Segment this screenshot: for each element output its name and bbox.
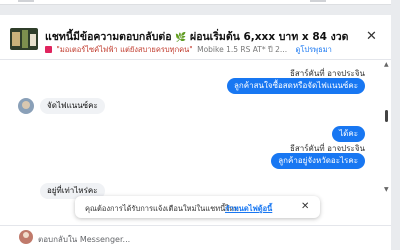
leaf-icon: 🌿	[175, 33, 187, 43]
notification-toast: คุณต้องการได้รับการแจ้งเตือนใหม่ในแชทนี้…	[75, 196, 320, 218]
chat-subtitle: "มอเตอร์ไซค์ไฟฟ้า แต่ยังสบายครบทุกคน" Mo…	[45, 44, 332, 56]
message-bubble-out[interactable]: ได้คะ	[332, 126, 365, 142]
close-chat-button[interactable]: ✕	[366, 29, 377, 44]
message-list: ธีสาร์คันที่ อาจประจิน ลูกค้าสนใจซื้อสดห…	[0, 61, 383, 201]
chat-window: แชทนี้มีข้อความตอบกลับต่อ 🌿 ผ่อนเริ่มต้น…	[0, 15, 391, 250]
chat-title: แชทนี้มีข้อความตอบกลับต่อ 🌿 ผ่อนเริ่มต้น…	[45, 28, 348, 45]
scroll-down-icon[interactable]: ▼	[384, 187, 389, 193]
subtitle-model: Mobike 1.5 RS AT* ปี 2...	[197, 45, 288, 54]
scroll-up-icon[interactable]: ▲	[384, 62, 389, 68]
toast-message: คุณต้องการได้รับการแจ้งเตือนใหม่ในแชทนี้…	[85, 204, 239, 213]
scrollbar[interactable]: ▲ ▼	[384, 62, 389, 212]
chat-title-suffix: ผ่อนเริ่มต้น 6,xxx บาท x 84 งวด	[190, 31, 349, 43]
user-avatar	[19, 230, 33, 244]
top-strip-mark	[18, 0, 34, 2]
toast-close-icon[interactable]: ✕	[301, 201, 309, 212]
subtitle-link[interactable]: ดูโปรพุธมา	[295, 45, 331, 54]
top-strip	[0, 0, 391, 5]
message-bubble-out[interactable]: ลูกค้าสนใจซื้อสดหรือจัดไฟแนนซ์คะ	[227, 78, 365, 94]
avatar[interactable]	[18, 98, 34, 114]
reply-input[interactable]	[38, 233, 288, 245]
chat-header: แชทนี้มีข้อความตอบกลับต่อ 🌿 ผ่อนเริ่มต้น…	[0, 15, 391, 60]
top-strip-mark	[310, 0, 326, 2]
chat-title-text: แชทนี้มีข้อความตอบกลับต่อ	[45, 31, 172, 43]
message-composer	[0, 225, 391, 250]
video-icon	[45, 46, 52, 53]
subtitle-quote: "มอเตอร์ไซค์ไฟฟ้า แต่ยังสบายครบทุกคน"	[56, 45, 193, 54]
product-thumbnail[interactable]	[10, 28, 38, 50]
message-bubble-out[interactable]: ลูกค้าอยู่จังหวัดอะไรคะ	[271, 153, 365, 169]
toast-action-link[interactable]: กำหนดไฟดู้อนี้	[225, 203, 272, 215]
message-bubble-in[interactable]: จัดไฟแนนซ์คะ	[40, 98, 105, 114]
scroll-thumb[interactable]	[385, 110, 388, 122]
